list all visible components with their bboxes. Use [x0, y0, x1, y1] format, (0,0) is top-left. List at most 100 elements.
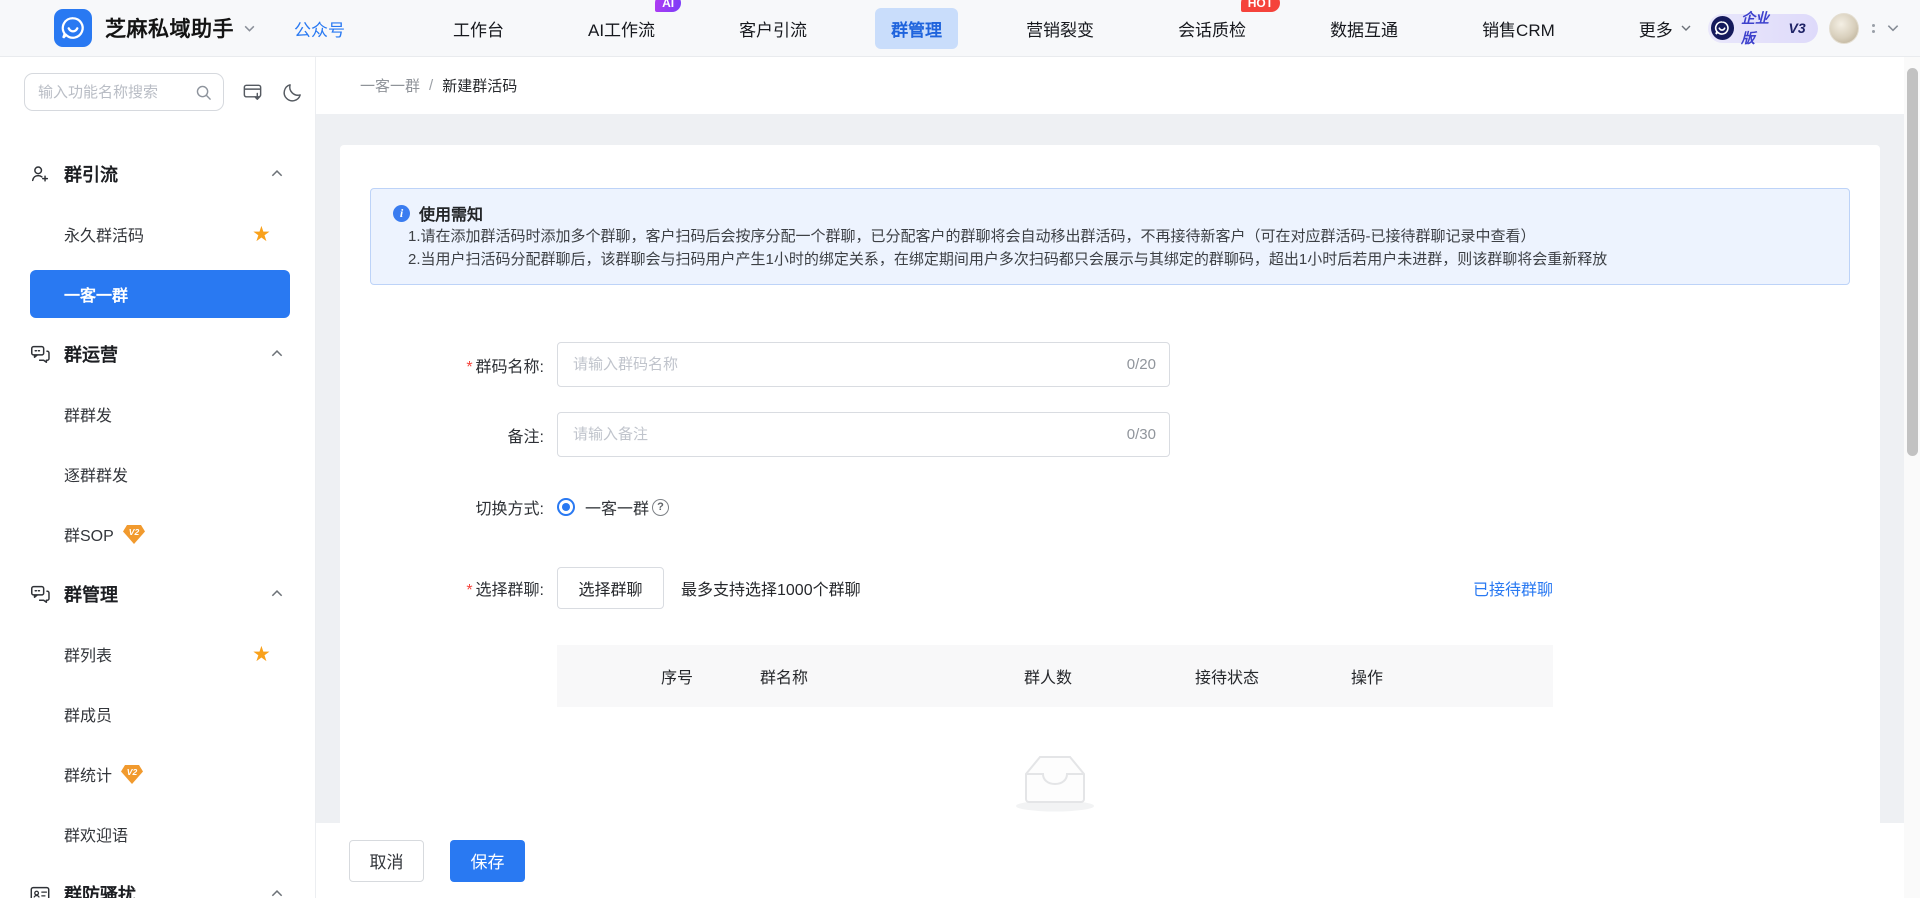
sidebar-section-group-anti-harassment[interactable]: 群防骚扰	[0, 864, 315, 898]
breadcrumb-parent[interactable]: 一客一群	[360, 75, 420, 96]
cancel-button[interactable]: 取消	[349, 839, 424, 882]
radio-selected[interactable]	[557, 498, 575, 516]
action-footer: 取消 保存	[316, 823, 1904, 898]
plan-name: 企业版	[1740, 10, 1769, 46]
breadcrumb-separator: /	[429, 77, 434, 94]
field-label-code-name: * 群码名称:	[466, 358, 544, 376]
chat-bubbles-icon	[29, 343, 51, 365]
sidebar-item-group-by-group-send[interactable]: 逐群群发	[0, 444, 315, 504]
brand-name: 芝麻私域助手	[105, 18, 234, 41]
field-label-remark: 备注:	[507, 428, 544, 446]
notice-line-1: 1.请在添加群活码时添加多个群聊，客户扫码后会按序分配一个群聊，已分配客户的群聊…	[408, 228, 1536, 245]
star-icon[interactable]: ★	[252, 644, 271, 665]
select-chats-hint: 最多支持选择1000个群聊	[681, 582, 861, 599]
sidebar: 群引流 永久群活码 ★ 一客一群 群运营 群群发 逐群群发	[0, 57, 316, 898]
save-button[interactable]: 保存	[450, 839, 525, 882]
nav-item-chat-inspection[interactable]: 会话质检 HOT	[1162, 0, 1281, 49]
v2-gem-badge: V2	[120, 764, 144, 785]
sidebar-search[interactable]	[24, 73, 224, 111]
form-card: i 使用需知 1.请在添加群活码时添加多个群聊，客户扫码后会按序分配一个群聊，已…	[340, 145, 1880, 898]
sidebar-item-group-sop[interactable]: 群SOP V2	[0, 504, 315, 564]
chevron-down-icon	[1680, 22, 1692, 34]
nav-item-workbench[interactable]: 工作台	[437, 8, 520, 49]
select-chats-button[interactable]: 选择群聊	[557, 567, 664, 609]
plan-badge[interactable]: 企业版 V3	[1707, 10, 1818, 46]
nav-item-sales-crm[interactable]: 销售CRM	[1466, 8, 1571, 49]
remark-counter: 0/30	[1126, 426, 1156, 443]
nav-item-more[interactable]: 更多	[1623, 8, 1708, 49]
code-name-field: 0/20	[557, 342, 1170, 387]
breadcrumb-current: 新建群活码	[442, 78, 518, 95]
notice-title: 使用需知	[419, 207, 484, 224]
nav-item-group-management[interactable]: 群管理	[875, 7, 959, 49]
search-icon	[195, 84, 212, 101]
nav-item-customer-acquisition[interactable]: 客户引流	[723, 8, 823, 49]
collapse-panel-icon[interactable]	[241, 81, 264, 104]
nav-item-ai-workflow[interactable]: AI工作流 AI	[572, 0, 682, 49]
field-label-switch-mode: 切换方式:	[475, 501, 544, 518]
column-header-group-name: 群名称	[760, 670, 809, 687]
chevron-up-icon[interactable]	[270, 167, 284, 181]
sidebar-item-group-statistics[interactable]: 群统计 V2	[0, 744, 315, 804]
column-header-actions: 操作	[1351, 670, 1384, 687]
table-header: 序号 群名称 群人数 接待状态 操作	[557, 645, 1553, 707]
chat-bubbles-icon	[29, 583, 51, 605]
main-nav: 工作台 AI工作流 AI 客户引流 群管理 营销裂变 会话质检 HOT 数据互通 销…	[385, 0, 1708, 49]
sidebar-item-group-members[interactable]: 群成员	[0, 684, 315, 744]
remark-input[interactable]	[558, 413, 1169, 456]
hot-badge: HOT	[1240, 0, 1281, 12]
sidebar-section-group-management[interactable]: 群管理	[0, 564, 315, 624]
plan-version: V3	[1788, 20, 1806, 36]
sidebar-item-group-list[interactable]: 群列表 ★	[0, 624, 315, 684]
info-icon: i	[393, 204, 410, 222]
code-name-input[interactable]	[558, 343, 1169, 386]
search-input[interactable]	[38, 83, 195, 101]
chevron-up-icon[interactable]	[270, 347, 284, 361]
group-code-form: *群码名称: 0/20 备注: 0/30 切换方式: 一客一群 ?	[370, 342, 1850, 856]
sidebar-item-group-mass-send[interactable]: 群群发	[0, 384, 315, 444]
v2-gem-badge: V2	[122, 524, 146, 545]
remark-field: 0/30	[557, 412, 1170, 457]
svg-text:V2: V2	[127, 767, 138, 777]
page-scrollbar-track[interactable]	[1904, 57, 1920, 898]
vertical-dots-icon[interactable]	[1872, 23, 1875, 33]
empty-box-icon	[1012, 749, 1098, 818]
user-plus-icon	[29, 163, 51, 185]
star-icon[interactable]: ★	[252, 224, 271, 245]
chevron-up-icon[interactable]	[270, 887, 284, 898]
sidebar-menu: 群引流 永久群活码 ★ 一客一群 群运营 群群发 逐群群发 群SOP V2 群管…	[0, 144, 315, 898]
radio-option-label: 一客一群	[585, 501, 650, 518]
sidebar-section-group-operation[interactable]: 群运营	[0, 324, 315, 384]
main-content: 一客一群 / 新建群活码 i 使用需知 1.请在添加群活码时添加多个群聊，客户扫…	[316, 57, 1920, 898]
chevron-up-icon[interactable]	[270, 587, 284, 601]
plan-logo-icon	[1710, 16, 1734, 40]
chevron-down-icon[interactable]	[1886, 21, 1900, 35]
brand[interactable]: 芝麻私域助手	[54, 9, 256, 47]
sidebar-item-group-welcome-message[interactable]: 群欢迎语	[0, 804, 315, 864]
user-avatar[interactable]	[1828, 12, 1859, 44]
chevron-down-icon[interactable]	[243, 22, 256, 35]
column-header-index: 序号	[661, 670, 694, 687]
breadcrumb: 一客一群 / 新建群活码	[316, 57, 1920, 114]
page-scrollbar-thumb[interactable]	[1907, 68, 1918, 456]
received-chats-link[interactable]: 已接待群聊	[1473, 576, 1553, 600]
usage-notice: i 使用需知 1.请在添加群活码时添加多个群聊，客户扫码后会按序分配一个群聊，已…	[370, 188, 1850, 285]
nav-item-data-interchange[interactable]: 数据互通	[1314, 8, 1414, 49]
official-account-link[interactable]: 公众号	[294, 16, 345, 41]
column-header-member-count: 群人数	[1024, 670, 1073, 687]
notice-line-2: 2.当用户扫活码分配群聊后，该群聊会与扫码用户产生1小时的绑定关系，在绑定期间用…	[408, 251, 1608, 268]
nav-item-marketing-fission[interactable]: 营销裂变	[1010, 8, 1110, 49]
sidebar-toolbar	[0, 57, 315, 111]
svg-text:V2: V2	[129, 527, 140, 537]
help-question-icon[interactable]: ?	[652, 498, 670, 516]
id-card-icon	[29, 883, 51, 898]
app-logo	[54, 9, 92, 47]
topnav-right: 企业版 V3	[1707, 10, 1900, 46]
dark-mode-moon-icon[interactable]	[281, 81, 304, 104]
code-name-counter: 0/20	[1126, 356, 1156, 373]
ai-badge: AI	[655, 0, 682, 12]
sidebar-item-permanent-group-code[interactable]: 永久群活码 ★	[0, 204, 315, 264]
sidebar-section-group-acquisition[interactable]: 群引流	[0, 144, 315, 204]
column-header-reception-status: 接待状态	[1195, 670, 1260, 687]
sidebar-item-one-customer-one-group[interactable]: 一客一群	[0, 264, 315, 324]
